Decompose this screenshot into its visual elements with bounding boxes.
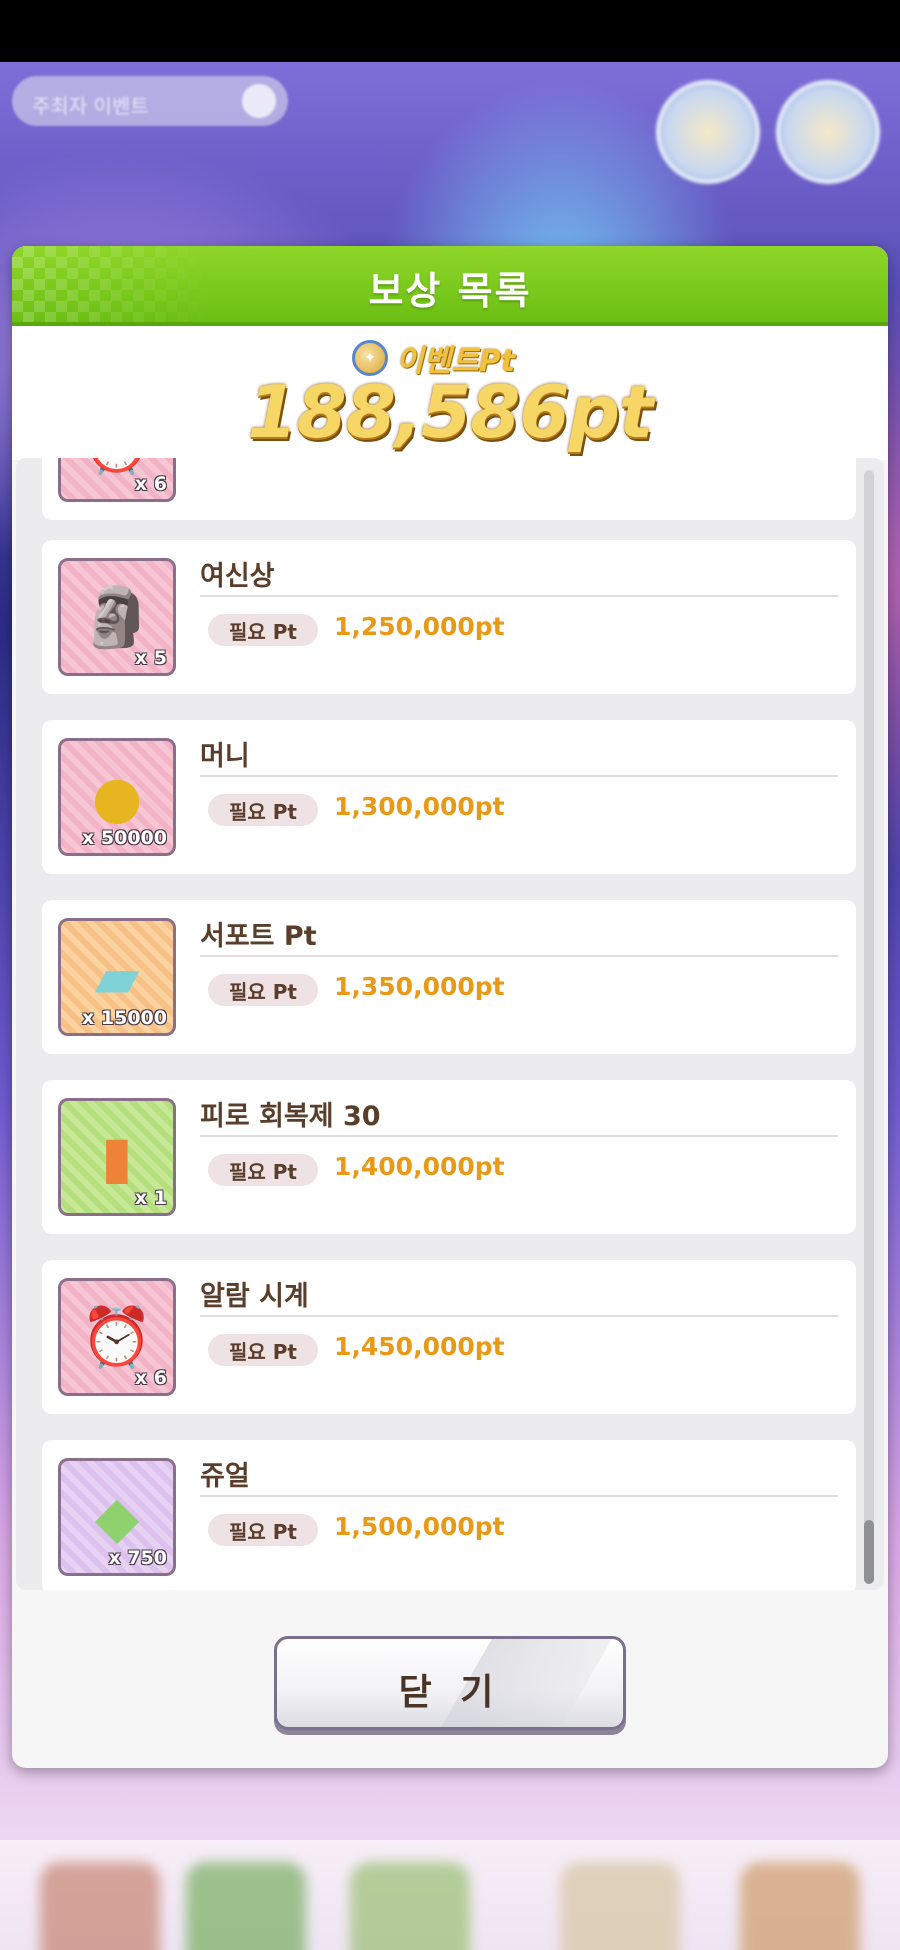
nav-item-gacha bbox=[740, 1862, 860, 1950]
event-banner-pill: 주최자 이벤트 bbox=[12, 76, 288, 126]
required-pt-value: 1,350,000pt bbox=[334, 972, 505, 1001]
nav-item-training bbox=[350, 1862, 470, 1950]
reward-name: 머니 bbox=[200, 741, 250, 772]
reward-card: ▰ x 15000 서포트 Pt 필요 Pt 1,350,000pt bbox=[42, 900, 856, 1054]
reward-name: 알람 시계 bbox=[200, 1281, 309, 1312]
info-icon bbox=[242, 84, 276, 118]
event-banner-text: 주최자 이벤트 bbox=[32, 94, 149, 118]
required-pt-value: 1,450,000pt bbox=[334, 1332, 505, 1361]
reward-qty: x 5 bbox=[134, 647, 167, 669]
alarm-clock-icon: ⏰ x 6 bbox=[58, 1278, 176, 1396]
required-pt-badge: 필요 Pt bbox=[208, 1514, 318, 1546]
required-pt-badge: 필요 Pt bbox=[208, 1334, 318, 1366]
reward-name: 서포트 Pt bbox=[200, 921, 317, 952]
required-pt-badge: 필요 Pt bbox=[208, 974, 318, 1006]
reward-qty: x 15000 bbox=[82, 1007, 167, 1029]
required-pt-badge: 필요 Pt bbox=[208, 614, 318, 646]
status-bar bbox=[0, 0, 900, 62]
reward-qty: x 50000 bbox=[82, 827, 167, 849]
tp-bottle-icon: ▮ x 1 bbox=[58, 1098, 176, 1216]
reward-name: 쥬얼 bbox=[200, 1461, 250, 1492]
close-button-label: 닫 기 bbox=[398, 1672, 502, 1713]
reward-qty: x 750 bbox=[108, 1547, 167, 1569]
close-button[interactable]: 닫 기 bbox=[274, 1636, 626, 1730]
divider bbox=[200, 955, 838, 957]
money-coin-icon: ● x 50000 bbox=[58, 738, 176, 856]
reward-qty: x 6 bbox=[134, 473, 167, 495]
required-pt-value: 1,400,000pt bbox=[334, 1152, 505, 1181]
required-pt-value: 1,250,000pt bbox=[334, 612, 505, 641]
reward-name: 피로 회복제 30 bbox=[200, 1101, 381, 1132]
nav-item-race bbox=[186, 1862, 306, 1950]
jewel-icon: ◆ x 750 bbox=[58, 1458, 176, 1576]
divider bbox=[200, 595, 838, 597]
reward-card: ◆ x 750 쥬얼 필요 Pt 1,500,000pt bbox=[42, 1440, 856, 1590]
required-pt-value: 1,500,000pt bbox=[334, 1512, 505, 1541]
reward-card: 🗿 x 5 여신상 필요 Pt 1,250,000pt bbox=[42, 540, 856, 694]
bottom-nav-bar bbox=[0, 1840, 900, 1950]
reward-card: ▮ x 1 피로 회복제 30 필요 Pt 1,400,000pt bbox=[42, 1080, 856, 1234]
reward-qty: x 6 bbox=[134, 1367, 167, 1389]
reward-card: ⏰ x 6 알람 시계 필요 Pt 1,450,000pt bbox=[42, 1260, 856, 1414]
rewards-modal: 보상 목록 ✦ 이벤트Pt 188,586pt ⏰ x 6 🗿 x 5 여신상 bbox=[12, 246, 888, 1768]
scrollbar-track[interactable] bbox=[864, 470, 874, 1584]
alarm-clock-icon: ⏰ x 6 bbox=[58, 458, 176, 502]
event-points-value: 188,586pt bbox=[247, 370, 654, 454]
reward-list[interactable]: ⏰ x 6 🗿 x 5 여신상 필요 Pt 1,250,000pt ● x 50… bbox=[16, 458, 884, 1590]
support-pt-icon: ▰ x 15000 bbox=[58, 918, 176, 1036]
character-badge-2 bbox=[776, 80, 880, 184]
divider bbox=[200, 775, 838, 777]
scrollbar-thumb[interactable] bbox=[864, 1520, 874, 1584]
nav-item-shop bbox=[560, 1862, 680, 1950]
reward-qty: x 1 bbox=[134, 1187, 167, 1209]
required-pt-badge: 필요 Pt bbox=[208, 1154, 318, 1186]
goddess-statue-icon: 🗿 x 5 bbox=[58, 558, 176, 676]
divider bbox=[200, 1495, 838, 1497]
reward-name: 여신상 bbox=[200, 561, 275, 592]
required-pt-value: 1,300,000pt bbox=[334, 792, 505, 821]
reward-card: ⏰ x 6 bbox=[42, 458, 856, 520]
divider bbox=[200, 1315, 838, 1317]
modal-title: 보상 목록 bbox=[368, 269, 532, 313]
modal-header: 보상 목록 bbox=[12, 246, 888, 326]
nav-item-home bbox=[40, 1862, 160, 1950]
character-badge-1 bbox=[656, 80, 760, 184]
reward-card: ● x 50000 머니 필요 Pt 1,300,000pt bbox=[42, 720, 856, 874]
divider bbox=[200, 1135, 838, 1137]
required-pt-badge: 필요 Pt bbox=[208, 794, 318, 826]
event-points-header: ✦ 이벤트Pt 188,586pt bbox=[12, 326, 888, 460]
